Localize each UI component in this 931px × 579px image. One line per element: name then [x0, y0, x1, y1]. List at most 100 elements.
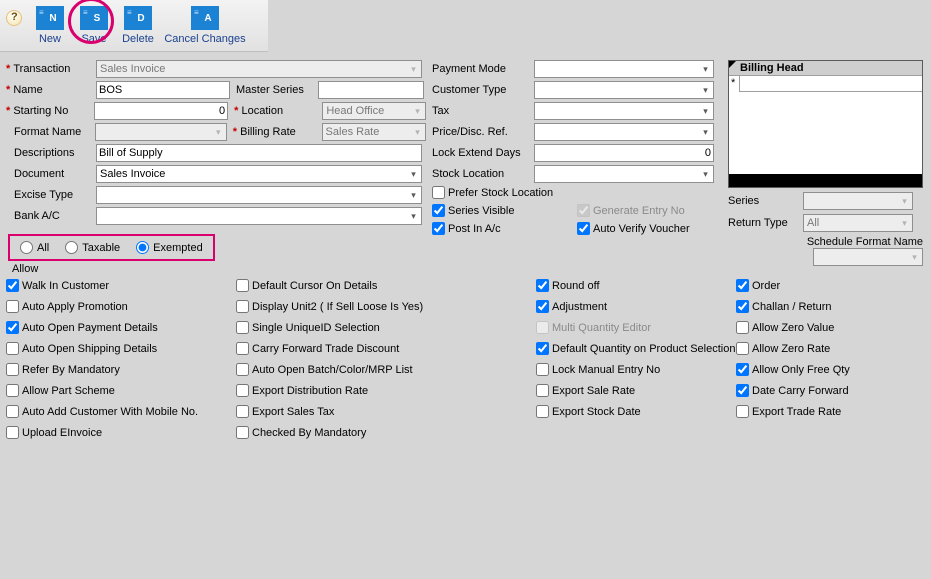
- allow-option-checkbox[interactable]: Allow Zero Value: [736, 321, 926, 334]
- tax-combo[interactable]: [534, 102, 714, 120]
- allow-option-checkbox[interactable]: Export Stock Date: [536, 405, 736, 418]
- auto-verify-voucher-checkbox[interactable]: Auto Verify Voucher: [577, 222, 722, 235]
- chevron-down-icon: [698, 124, 713, 140]
- series-visible-checkbox[interactable]: Series Visible: [432, 204, 577, 217]
- billing-head-input[interactable]: [739, 76, 922, 92]
- allow-option-checkbox[interactable]: Challan / Return: [736, 300, 926, 313]
- post-in-ac-checkbox[interactable]: Post In A/c: [432, 222, 577, 235]
- allow-option-checkbox[interactable]: Order: [736, 279, 926, 292]
- allow-option-checkbox[interactable]: Refer By Mandatory: [6, 363, 236, 376]
- chevron-down-icon: [698, 166, 713, 182]
- allow-option-checkbox[interactable]: Allow Zero Rate: [736, 342, 926, 355]
- location-label: Location: [234, 105, 322, 117]
- allow-option-checkbox[interactable]: Upload EInvoice: [6, 426, 236, 439]
- allow-option-checkbox[interactable]: Walk In Customer: [6, 279, 236, 292]
- series-combo[interactable]: [803, 192, 913, 210]
- allow-option-checkbox[interactable]: Date Carry Forward: [736, 384, 926, 397]
- billing-head-panel: Billing Head *: [728, 60, 923, 188]
- new-row-indicator: *: [731, 77, 735, 89]
- document-combo[interactable]: Sales Invoice: [96, 165, 422, 183]
- allow-option-checkbox[interactable]: Default Cursor On Details: [236, 279, 536, 292]
- series-label: Series: [728, 195, 803, 207]
- radio-exempted[interactable]: Exempted: [136, 241, 203, 254]
- price-disc-combo[interactable]: [534, 123, 714, 141]
- save-icon: S: [80, 6, 108, 30]
- allow-option-checkbox[interactable]: Auto Open Payment Details: [6, 321, 236, 334]
- transaction-combo[interactable]: Sales Invoice: [96, 60, 422, 78]
- delete-button[interactable]: D Delete: [116, 4, 160, 45]
- tax-label: Tax: [432, 105, 534, 117]
- allow-option-checkbox[interactable]: Display Unit2 ( If Sell Loose Is Yes): [236, 300, 536, 313]
- save-label: Save: [72, 33, 116, 45]
- transaction-label: Transaction: [14, 63, 96, 75]
- chevron-down-icon: [410, 103, 425, 119]
- chevron-down-icon: [698, 61, 713, 77]
- stock-location-combo[interactable]: [534, 165, 714, 183]
- allow-option-checkbox[interactable]: Auto Add Customer With Mobile No.: [6, 405, 236, 418]
- schedule-format-combo[interactable]: [813, 248, 923, 266]
- allow-option-checkbox[interactable]: Auto Apply Promotion: [6, 300, 236, 313]
- excise-type-combo[interactable]: [96, 186, 422, 204]
- customer-type-label: Customer Type: [432, 84, 534, 96]
- excise-type-label: Excise Type: [14, 189, 96, 201]
- billing-head-footer: [729, 174, 922, 187]
- generate-entry-no-checkbox: Generate Entry No: [577, 204, 722, 217]
- new-button[interactable]: N New: [28, 4, 72, 45]
- allow-option-checkbox[interactable]: Auto Open Shipping Details: [6, 342, 236, 355]
- allow-option-checkbox[interactable]: Carry Forward Trade Discount: [236, 342, 536, 355]
- delete-label: Delete: [116, 33, 160, 45]
- chevron-down-icon: [897, 215, 912, 231]
- name-input[interactable]: [96, 81, 230, 99]
- radio-all[interactable]: All: [20, 241, 49, 254]
- chevron-down-icon: [897, 193, 912, 209]
- payment-mode-combo[interactable]: [534, 60, 714, 78]
- cancel-icon: A: [191, 6, 219, 30]
- descriptions-input[interactable]: [96, 144, 422, 162]
- save-button[interactable]: S Save: [72, 4, 116, 45]
- billing-rate-combo[interactable]: Sales Rate: [322, 123, 426, 141]
- stock-location-label: Stock Location: [432, 168, 534, 180]
- starting-no-label: Starting No: [14, 105, 94, 117]
- chevron-down-icon: [698, 82, 713, 98]
- allow-option-checkbox[interactable]: Lock Manual Entry No: [536, 363, 736, 376]
- chevron-down-icon: [406, 61, 421, 77]
- tax-filter-radio-group: All Taxable Exempted: [8, 234, 215, 261]
- delete-icon: D: [124, 6, 152, 30]
- billing-rate-label: Billing Rate: [233, 126, 322, 138]
- allow-option-checkbox[interactable]: Export Distribution Rate: [236, 384, 536, 397]
- allow-option-checkbox[interactable]: Checked By Mandatory: [236, 426, 536, 439]
- help-icon[interactable]: [6, 10, 22, 26]
- allow-option-checkbox[interactable]: Export Sales Tax: [236, 405, 536, 418]
- chevron-down-icon: [907, 249, 922, 265]
- lock-extend-label: Lock Extend Days: [432, 147, 534, 159]
- return-type-label: Return Type: [728, 217, 803, 229]
- return-type-combo[interactable]: All: [803, 214, 913, 232]
- location-combo[interactable]: Head Office: [322, 102, 426, 120]
- cancel-changes-button[interactable]: A Cancel Changes: [160, 4, 250, 45]
- radio-taxable[interactable]: Taxable: [65, 241, 120, 254]
- prefer-stock-checkbox[interactable]: Prefer Stock Location: [432, 186, 577, 199]
- allow-option-checkbox[interactable]: Export Trade Rate: [736, 405, 926, 418]
- lock-extend-input[interactable]: [534, 144, 714, 162]
- chevron-down-icon: [698, 103, 713, 119]
- allow-option-checkbox[interactable]: Adjustment: [536, 300, 736, 313]
- allow-option-checkbox[interactable]: Default Quantity on Product Selection: [536, 342, 736, 355]
- allow-option-checkbox[interactable]: Export Sale Rate: [536, 384, 736, 397]
- master-series-input[interactable]: [318, 81, 424, 99]
- allow-option-checkbox[interactable]: Round off: [536, 279, 736, 292]
- starting-no-input[interactable]: [94, 102, 228, 120]
- format-name-combo[interactable]: [95, 123, 227, 141]
- new-label: New: [28, 33, 72, 45]
- allow-option-checkbox[interactable]: Auto Open Batch/Color/MRP List: [236, 363, 536, 376]
- chevron-down-icon: [406, 187, 421, 203]
- allow-option-checkbox[interactable]: Allow Part Scheme: [6, 384, 236, 397]
- chevron-down-icon: [211, 124, 226, 140]
- format-name-label: Format Name: [14, 126, 95, 138]
- new-icon: N: [36, 6, 64, 30]
- name-label: Name: [14, 84, 96, 96]
- allow-option-checkbox[interactable]: Allow Only Free Qty: [736, 363, 926, 376]
- cancel-label: Cancel Changes: [160, 33, 250, 45]
- allow-option-checkbox[interactable]: Single UniqueID Selection: [236, 321, 536, 334]
- bank-ac-combo[interactable]: [96, 207, 422, 225]
- customer-type-combo[interactable]: [534, 81, 714, 99]
